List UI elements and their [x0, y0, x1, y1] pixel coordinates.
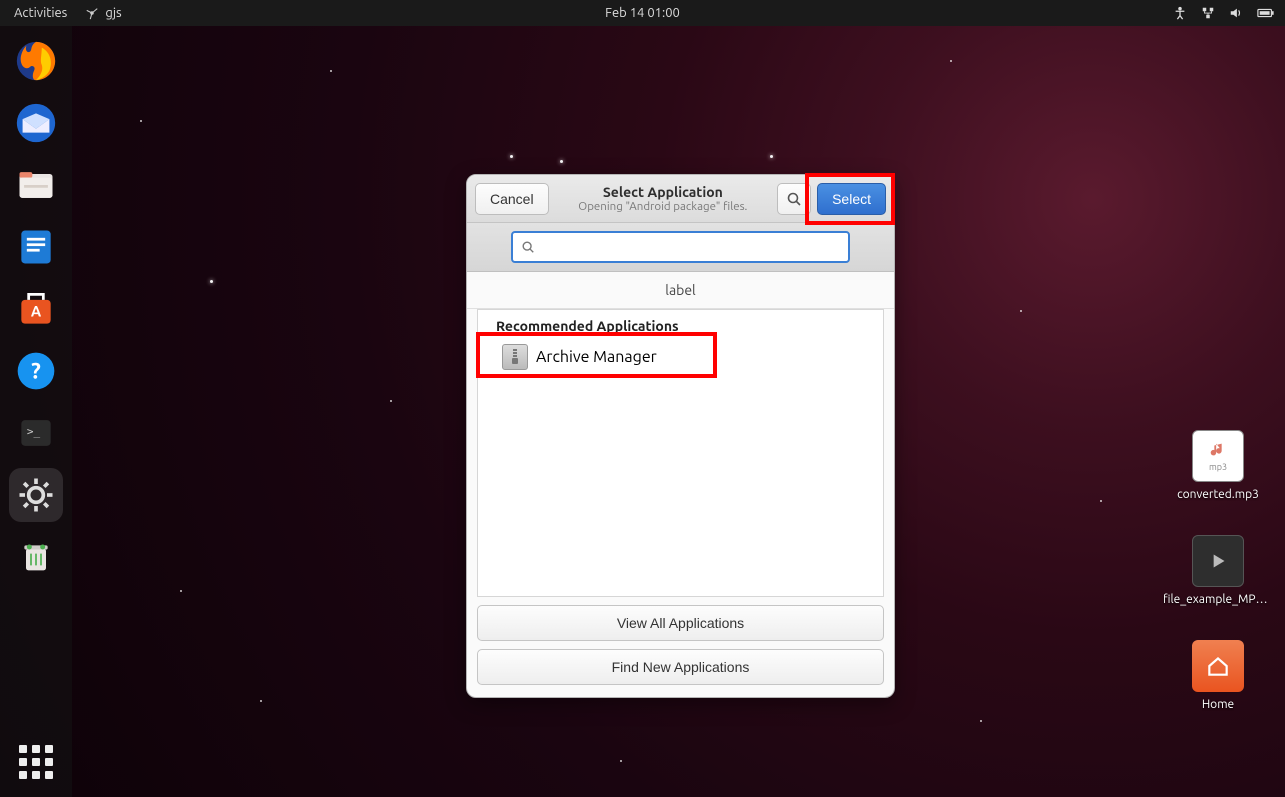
file-badge: mp3	[1209, 462, 1227, 472]
svg-text:?: ?	[31, 358, 41, 383]
view-all-applications-button[interactable]: View All Applications	[477, 605, 884, 641]
gear-icon	[12, 471, 60, 519]
dock-help[interactable]: ?	[9, 344, 63, 398]
desktop-icon-home[interactable]: Home	[1163, 640, 1273, 711]
terminal-icon: >_	[12, 409, 60, 457]
find-new-applications-button[interactable]: Find New Applications	[477, 649, 884, 685]
dock-trash[interactable]	[9, 530, 63, 584]
search-toggle-button[interactable]	[777, 183, 811, 215]
search-field-wrapper	[511, 231, 850, 263]
desktop-icon-file-example-mp4[interactable]: file_example_MP4_1280_10M…	[1163, 535, 1273, 606]
home-folder-icon	[1192, 640, 1244, 692]
desktop-icons: mp3 converted.mp3 file_example_MP4_1280_…	[1163, 430, 1273, 711]
status-area[interactable]	[1173, 6, 1275, 20]
archive-manager-icon	[502, 344, 528, 370]
dialog-subtitle: Opening "Android package" files.	[555, 200, 771, 213]
search-input[interactable]	[541, 239, 840, 255]
dock-writer[interactable]	[9, 220, 63, 274]
desktop-icon-label: Home	[1202, 698, 1234, 711]
network-icon	[1201, 6, 1215, 20]
dialog-body: Recommended Applications Archive Manager	[477, 309, 884, 597]
trash-icon	[12, 533, 60, 581]
dock-settings[interactable]	[9, 468, 63, 522]
battery-icon	[1257, 6, 1275, 20]
search-icon	[786, 191, 802, 207]
dialog-section-label: label	[467, 272, 894, 309]
dock: A ? >_	[0, 26, 72, 797]
audio-file-icon: mp3	[1192, 430, 1244, 482]
desktop-icon-label: file_example_MP4_1280_10M…	[1163, 593, 1273, 606]
svg-text:A: A	[31, 302, 42, 319]
dock-firefox[interactable]	[9, 34, 63, 88]
dock-thunderbird[interactable]	[9, 96, 63, 150]
top-panel: Activities gjs Feb 14 01:00	[0, 0, 1285, 26]
app-menu-label: gjs	[105, 6, 121, 20]
svg-text:>_: >_	[27, 425, 41, 438]
software-icon: A	[12, 285, 60, 333]
dialog-footer: View All Applications Find New Applicati…	[467, 605, 894, 697]
show-applications[interactable]	[19, 745, 53, 779]
recommended-header: Recommended Applications	[478, 310, 883, 340]
writer-icon	[12, 223, 60, 271]
recommended-app-label: Archive Manager	[536, 348, 657, 366]
activities-button[interactable]: Activities	[14, 6, 67, 20]
dock-software[interactable]: A	[9, 282, 63, 336]
app-menu[interactable]: gjs	[85, 6, 121, 20]
dialog-title-block: Select Application Opening "Android pack…	[555, 184, 771, 213]
desktop-icon-label: converted.mp3	[1177, 488, 1259, 501]
search-icon	[521, 240, 535, 254]
video-file-icon	[1192, 535, 1244, 587]
dock-terminal[interactable]: >_	[9, 406, 63, 460]
select-application-dialog: Cancel Select Application Opening "Andro…	[466, 174, 895, 698]
firefox-icon	[12, 37, 60, 85]
dock-files[interactable]	[9, 158, 63, 212]
files-icon	[12, 161, 60, 209]
clock[interactable]: Feb 14 01:00	[605, 6, 680, 20]
accessibility-icon	[1173, 6, 1187, 20]
gjs-icon	[85, 6, 99, 20]
dialog-title: Select Application	[555, 184, 771, 200]
dialog-header: Cancel Select Application Opening "Andro…	[467, 175, 894, 223]
volume-icon	[1229, 6, 1243, 20]
thunderbird-icon	[12, 99, 60, 147]
help-icon: ?	[12, 347, 60, 395]
dialog-search-row	[467, 223, 894, 272]
select-button[interactable]: Select	[817, 183, 886, 215]
recommended-app-archive-manager[interactable]: Archive Manager	[478, 340, 883, 374]
desktop-icon-converted-mp3[interactable]: mp3 converted.mp3	[1163, 430, 1273, 501]
cancel-button[interactable]: Cancel	[475, 183, 549, 215]
